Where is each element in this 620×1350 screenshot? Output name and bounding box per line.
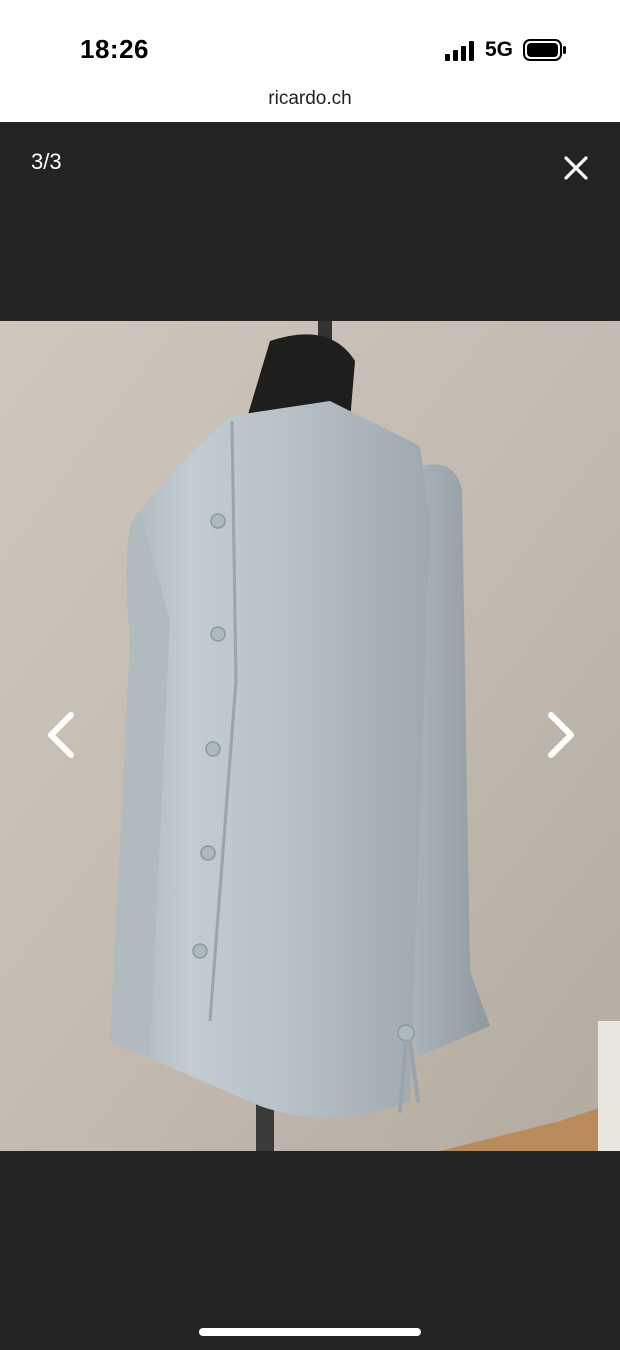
home-indicator[interactable] xyxy=(199,1328,421,1336)
signal-icon xyxy=(445,41,474,61)
chevron-right-icon[interactable] xyxy=(534,705,584,765)
battery-icon xyxy=(523,39,566,61)
status-time: 18:26 xyxy=(80,34,149,64)
image-counter: 3/3 xyxy=(31,149,62,174)
product-photo[interactable] xyxy=(0,321,620,1151)
image-viewer: 3/3 xyxy=(0,122,620,1350)
chevron-left-icon[interactable] xyxy=(38,705,88,765)
browser-url[interactable]: ricardo.ch xyxy=(0,88,620,110)
status-bar: 18:26 5G ricardo.ch xyxy=(0,0,620,122)
network-type: 5G xyxy=(485,38,514,61)
close-icon[interactable] xyxy=(556,148,596,188)
